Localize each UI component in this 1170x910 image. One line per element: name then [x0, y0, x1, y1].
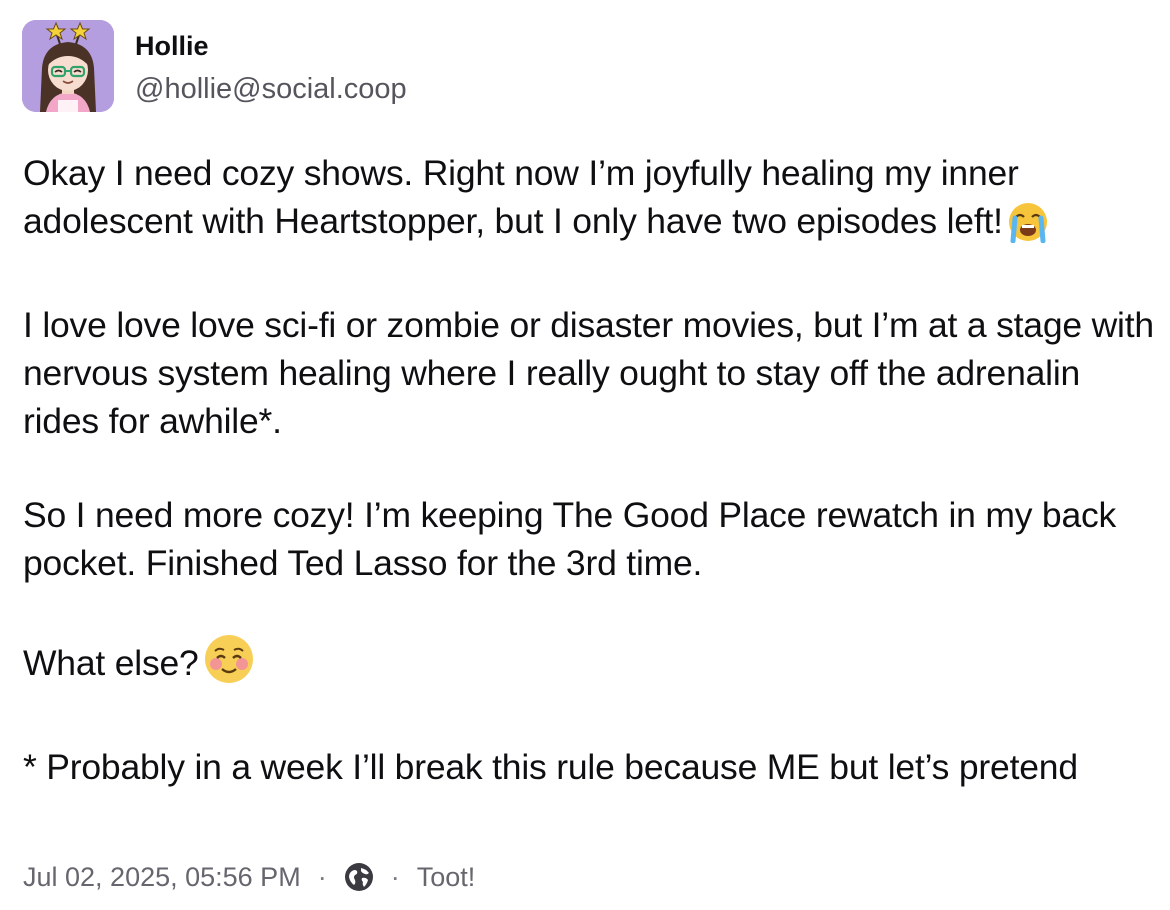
- post-paragraph-text: So I need more cozy! I’m keeping The Goo…: [23, 495, 1117, 583]
- separator: ·: [317, 862, 327, 892]
- post-paragraph: Okay I need cozy shows. Right now I’m jo…: [23, 149, 1158, 255]
- author-display-name[interactable]: Hollie: [135, 30, 407, 62]
- smiling-face-emoji: [203, 633, 255, 697]
- post-paragraph: So I need more cozy! I’m keeping The Goo…: [23, 491, 1158, 587]
- author-handle[interactable]: @hollie@social.coop: [135, 72, 407, 106]
- post-paragraph-text: Okay I need cozy shows. Right now I’m jo…: [23, 153, 1019, 241]
- avatar-illustration: [22, 20, 114, 112]
- author-info: Hollie @hollie@social.coop: [135, 20, 407, 106]
- post-paragraph: What else?: [23, 633, 1158, 697]
- post-timestamp[interactable]: Jul 02, 2025, 05:56 PM: [23, 859, 301, 895]
- post-paragraph: I love love love sci-fi or zombie or dis…: [23, 301, 1158, 445]
- post-paragraph-text: I love love love sci-fi or zombie or dis…: [23, 305, 1154, 441]
- post-paragraph-text: * Probably in a week I’ll break this rul…: [23, 747, 1078, 787]
- app-link[interactable]: Toot!: [417, 859, 476, 895]
- avatar[interactable]: [22, 20, 114, 112]
- loudly-crying-face-emoji: [1007, 201, 1049, 255]
- post-content: Okay I need cozy shows. Right now I’m jo…: [23, 149, 1158, 791]
- globe-icon: [344, 862, 374, 892]
- post-header: Hollie @hollie@social.coop: [22, 20, 407, 112]
- post-paragraph: * Probably in a week I’ll break this rul…: [23, 743, 1158, 791]
- post-card: Hollie @hollie@social.coop Okay I need c…: [0, 0, 1170, 910]
- separator: ·: [390, 862, 400, 892]
- post-footer: Jul 02, 2025, 05:56 PM · · Toot!: [23, 859, 475, 895]
- post-paragraph-text: What else?: [23, 643, 199, 683]
